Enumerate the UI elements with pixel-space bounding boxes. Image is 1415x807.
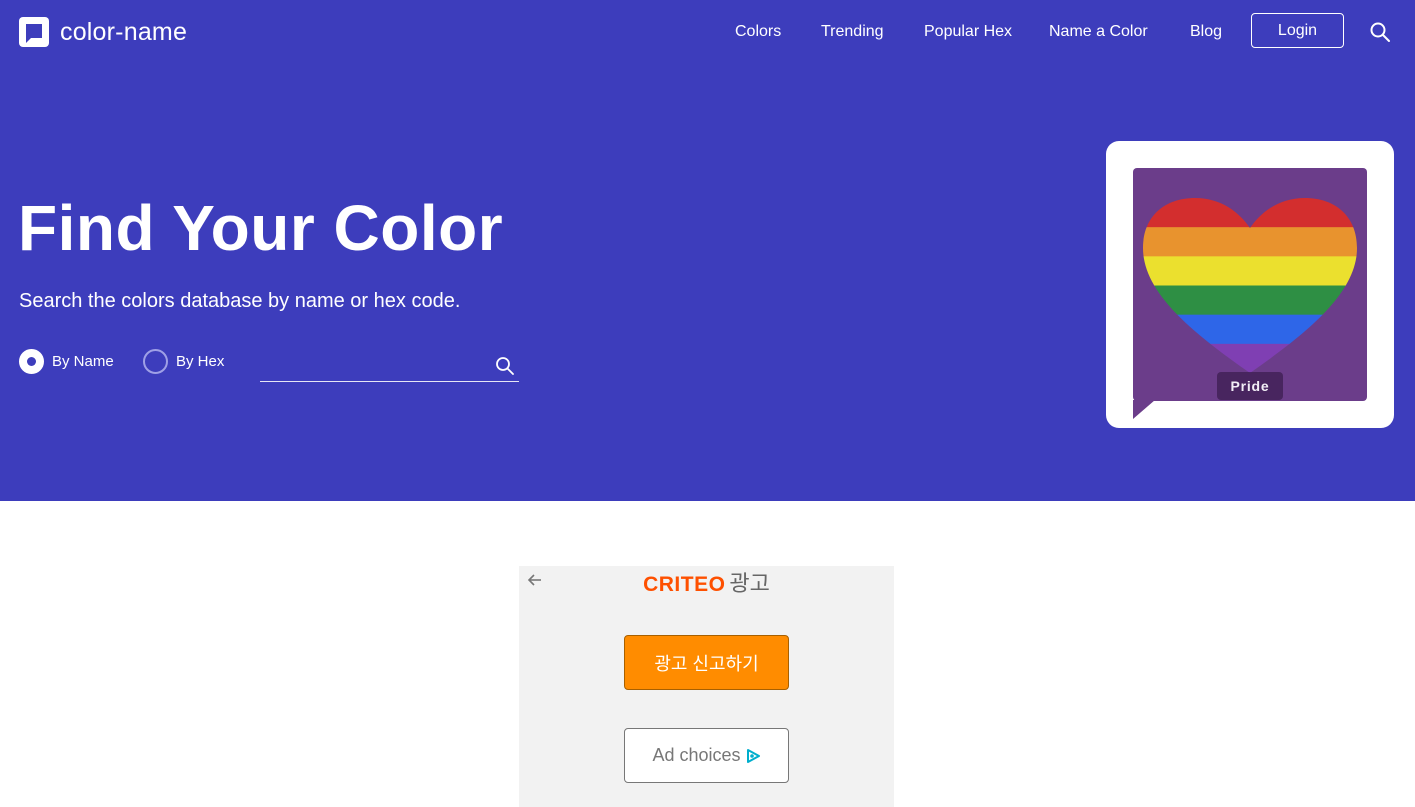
adchoices-icon	[746, 748, 760, 763]
search-submit-icon[interactable]	[495, 356, 515, 376]
card-speech-tail	[1133, 400, 1155, 419]
radio-checked-indicator[interactable]	[19, 349, 44, 374]
criteo-logo: CRITEO	[643, 573, 726, 596]
ad-panel: CRITEO 광고 광고 신고하기 Ad choices	[519, 566, 894, 807]
radio-label-by-hex: By Hex	[176, 353, 225, 370]
heart-stripe	[1143, 285, 1357, 316]
logo-chat-square-icon	[19, 17, 49, 47]
nav-popular-hex[interactable]: Popular Hex	[924, 22, 1012, 42]
featured-image[interactable]	[1133, 168, 1367, 401]
ad-choices-label: Ad choices	[652, 745, 741, 765]
radio-unchecked-indicator[interactable]	[143, 349, 168, 374]
login-button[interactable]: Login	[1251, 13, 1344, 48]
heart-stripe	[1143, 227, 1357, 257]
page-title: Find Your Color	[18, 192, 504, 264]
heart-stripe	[1143, 343, 1357, 373]
nav-trending[interactable]: Trending	[821, 22, 884, 42]
heart-stripe	[1143, 314, 1357, 345]
featured-label: Pride	[1217, 372, 1283, 400]
search-icon[interactable]	[1369, 21, 1391, 43]
ad-header: CRITEO 광고	[519, 570, 894, 599]
color-search-input[interactable]	[260, 350, 485, 380]
ad-word: 광고	[729, 571, 770, 596]
radio-by-hex[interactable]: By Hex	[143, 349, 224, 374]
site-logo[interactable]: color-name	[19, 17, 187, 47]
heart-stripe	[1143, 256, 1357, 286]
featured-color-card[interactable]: Pride	[1106, 141, 1394, 428]
rainbow-heart-icon	[1143, 198, 1357, 373]
nav-colors[interactable]: Colors	[735, 22, 781, 42]
hero-banner: color-name Colors Trending Popular Hex N…	[0, 0, 1415, 501]
nav-name-a-color[interactable]: Name a Color	[1049, 22, 1148, 42]
nav-blog[interactable]: Blog	[1190, 22, 1222, 42]
heart-stripe	[1143, 198, 1357, 228]
report-ad-button[interactable]: 광고 신고하기	[624, 635, 789, 690]
ad-choices-button[interactable]: Ad choices	[624, 728, 789, 783]
radio-by-name[interactable]: By Name	[19, 349, 114, 374]
logo-text: color-name	[60, 17, 188, 46]
color-search-field	[260, 350, 519, 382]
page-subtitle: Search the colors database by name or he…	[19, 290, 461, 312]
radio-label-by-name: By Name	[52, 353, 114, 370]
